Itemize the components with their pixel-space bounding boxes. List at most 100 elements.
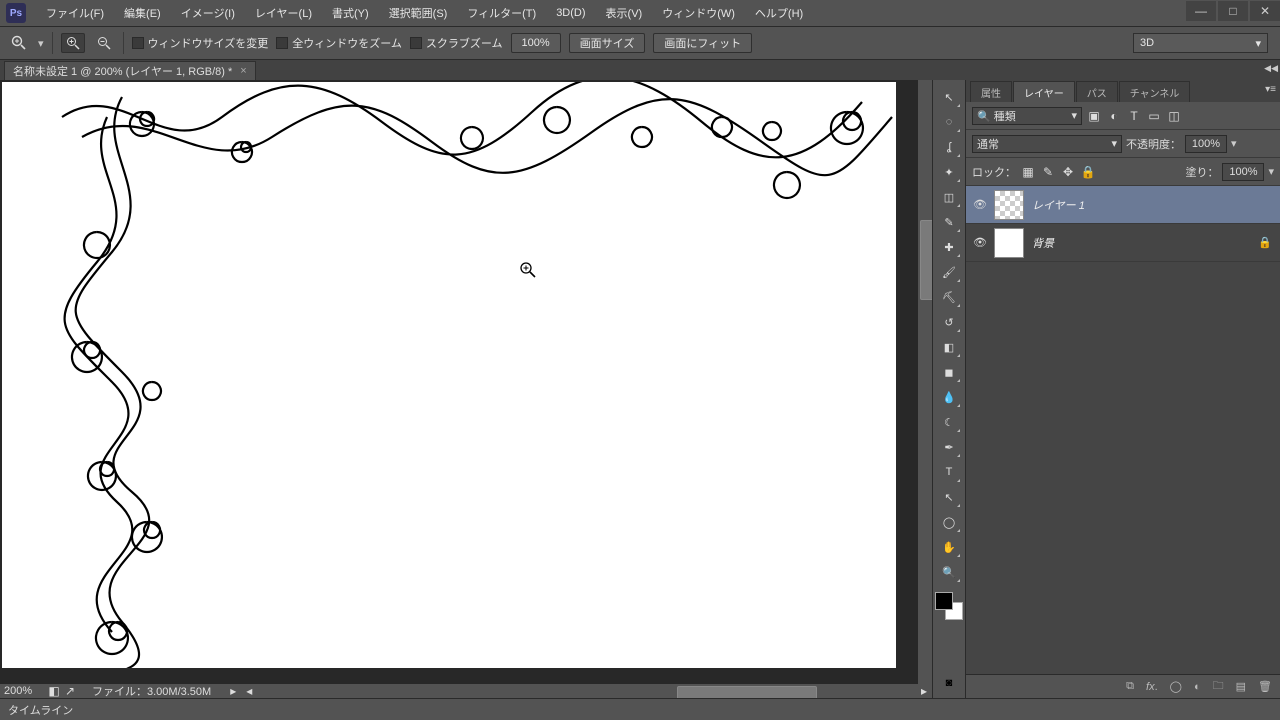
blend-mode-select[interactable]: 通常▾ — [972, 135, 1122, 153]
eyedropper-tool[interactable]: ✎ — [937, 211, 961, 233]
zoom-out-button[interactable] — [93, 32, 115, 54]
fill-field[interactable]: 100% — [1222, 163, 1264, 181]
opacity-field[interactable]: 100% — [1185, 135, 1227, 153]
filter-smart-icon[interactable]: ◫ — [1166, 108, 1182, 124]
layer-row[interactable]: 👁 背景 🔒 — [966, 224, 1280, 262]
menu-item[interactable]: ヘルプ(H) — [745, 0, 813, 27]
quickmask-icon[interactable]: ◙ — [937, 674, 961, 692]
path-select-tool[interactable]: ↖ — [937, 486, 961, 508]
pen-tool[interactable]: ✒ — [937, 436, 961, 458]
mask-icon[interactable]: ◯ — [1170, 680, 1182, 693]
panels: 属性レイヤーパスチャンネル▾≡ 🔍 種類▾ ▣ ◐ T ▭ ◫ 通常▾ 不透明度… — [965, 80, 1280, 698]
crop-tool[interactable]: ◫ — [937, 186, 961, 208]
visibility-icon[interactable]: 👁 — [966, 198, 994, 211]
menu-item[interactable]: 選択範囲(S) — [379, 0, 458, 27]
lock-all-icon[interactable]: 🔒 — [1080, 164, 1096, 180]
zoom-all-chk[interactable]: 全ウィンドウをズーム — [276, 35, 402, 51]
fit-screen-button[interactable]: 画面サイズ — [569, 33, 646, 53]
type-tool[interactable]: T — [937, 461, 961, 483]
adjustment-icon[interactable]: ◐ — [1194, 681, 1201, 693]
layer-thumb[interactable] — [994, 190, 1024, 220]
file-info: ファイル：3.00M/3.50M — [78, 683, 225, 698]
filter-type-icon[interactable]: T — [1126, 108, 1142, 124]
export-icon[interactable]: ↗ — [62, 683, 78, 698]
lock-icon: 🔒 — [1258, 236, 1272, 249]
document-tabs: 名称未設定 1 @ 200% (レイヤー 1, RGB/8) *× ◀◀ — [0, 60, 1280, 80]
layer-filter-kind[interactable]: 🔍 種類▾ — [972, 107, 1082, 125]
visibility-icon[interactable]: 👁 — [966, 236, 994, 249]
canvas-area[interactable]: 200% ◧ ↗ ファイル：3.00M/3.50M ▸ ◂ ▸ — [0, 80, 932, 698]
scrubby-zoom-chk[interactable]: スクラブズーム — [410, 35, 503, 51]
menu-item[interactable]: 編集(E) — [114, 0, 171, 27]
menu-item[interactable]: 書式(Y) — [322, 0, 379, 27]
filter-image-icon[interactable]: ▣ — [1086, 108, 1102, 124]
fit-window-button[interactable]: 画面にフィット — [653, 33, 752, 53]
menu-item[interactable]: 3D(D) — [546, 0, 595, 27]
menu-item[interactable]: ファイル(F) — [36, 0, 114, 27]
healing-tool[interactable]: ✚ — [937, 236, 961, 258]
group-icon[interactable]: 🗀 — [1213, 677, 1224, 696]
workspace-select[interactable]: 3D▾ — [1133, 33, 1268, 53]
panel-tab[interactable]: チャンネル — [1119, 81, 1191, 102]
maximize-button[interactable]: □ — [1218, 1, 1248, 21]
close-tab-icon[interactable]: × — [240, 65, 246, 77]
filter-shape-icon[interactable]: ▭ — [1146, 108, 1162, 124]
menu-item[interactable]: フィルター(T) — [457, 0, 546, 27]
zoom-100-button[interactable]: 100% — [511, 33, 561, 53]
vertical-scrollbar[interactable] — [918, 80, 932, 684]
hand-tool[interactable]: ✋ — [937, 536, 961, 558]
menu-item[interactable]: 表示(V) — [596, 0, 653, 27]
layer-thumb[interactable] — [994, 228, 1024, 258]
minimize-button[interactable]: — — [1186, 1, 1216, 21]
move-tool[interactable]: ↖ — [937, 86, 961, 108]
link-layers-icon[interactable]: ⧉ — [1126, 680, 1134, 693]
lock-label: ロック： — [972, 164, 1016, 180]
dodge-tool[interactable]: ☾ — [937, 411, 961, 433]
filter-adjust-icon[interactable]: ◐ — [1106, 108, 1122, 124]
info-arrow-icon[interactable]: ▸ — [225, 683, 241, 698]
panel-tab[interactable]: レイヤー — [1013, 81, 1075, 102]
layer-name[interactable]: レイヤー 1 — [1032, 197, 1085, 213]
timeline-button[interactable]: タイムライン — [8, 702, 73, 718]
color-profile-icon[interactable]: ◧ — [46, 683, 62, 698]
zoom-field[interactable]: 200% — [0, 685, 46, 697]
stamp-tool[interactable]: ⛏ — [937, 286, 961, 308]
resize-window-chk[interactable]: ウィンドウサイズを変更 — [132, 35, 269, 51]
blur-tool[interactable]: 💧 — [937, 386, 961, 408]
eraser-tool[interactable]: ◧ — [937, 336, 961, 358]
fx-icon[interactable]: fx. — [1146, 681, 1158, 693]
panel-menu-icon[interactable]: ▾≡ — [1265, 84, 1276, 95]
history-brush-tool[interactable]: ↺ — [937, 311, 961, 333]
layer-row[interactable]: 👁 レイヤー 1 — [966, 186, 1280, 224]
expand-panels-icon[interactable]: ◀◀ — [1264, 63, 1278, 74]
zoom-tool[interactable]: 🔍 — [937, 561, 961, 583]
menu-bar: Ps ファイル(F)編集(E)イメージ(I)レイヤー(L)書式(Y)選択範囲(S… — [0, 0, 1280, 27]
options-bar: ▾ ウィンドウサイズを変更 全ウィンドウをズーム スクラブズーム 100% 画面… — [0, 27, 1280, 60]
new-layer-icon[interactable]: ▤ — [1236, 680, 1246, 693]
lock-paint-icon[interactable]: ✎ — [1040, 164, 1056, 180]
horizontal-scrollbar[interactable] — [257, 684, 916, 698]
lock-move-icon[interactable]: ✥ — [1060, 164, 1076, 180]
brush-tool[interactable]: 🖌 — [937, 261, 961, 283]
wand-tool[interactable]: ✦ — [937, 161, 961, 183]
gradient-tool[interactable]: ◼ — [937, 361, 961, 383]
menu-item[interactable]: イメージ(I) — [171, 0, 245, 27]
layer-name[interactable]: 背景 — [1032, 235, 1054, 251]
color-swatch[interactable] — [935, 592, 963, 620]
zoom-in-button[interactable] — [61, 33, 85, 53]
marquee-tool[interactable]: ◌ — [937, 111, 961, 133]
lasso-tool[interactable]: ʆ — [937, 136, 961, 158]
panel-tab[interactable]: 属性 — [970, 81, 1012, 102]
lock-trans-icon[interactable]: ▦ — [1020, 164, 1036, 180]
close-button[interactable]: ✕ — [1250, 1, 1280, 21]
layer-list: 👁 レイヤー 1 👁 背景 🔒 — [966, 186, 1280, 674]
app-logo: Ps — [6, 3, 26, 23]
menu-item[interactable]: ウィンドウ(W) — [652, 0, 745, 27]
shape-tool[interactable]: ◯ — [937, 511, 961, 533]
delete-layer-icon[interactable]: 🗑 — [1258, 680, 1272, 693]
panel-tab[interactable]: パス — [1076, 81, 1118, 102]
document-tab[interactable]: 名称未設定 1 @ 200% (レイヤー 1, RGB/8) *× — [4, 61, 256, 80]
menu-item[interactable]: レイヤー(L) — [245, 0, 322, 27]
fill-label: 塗り： — [1185, 164, 1218, 180]
status-bar: タイムライン — [0, 698, 1280, 720]
